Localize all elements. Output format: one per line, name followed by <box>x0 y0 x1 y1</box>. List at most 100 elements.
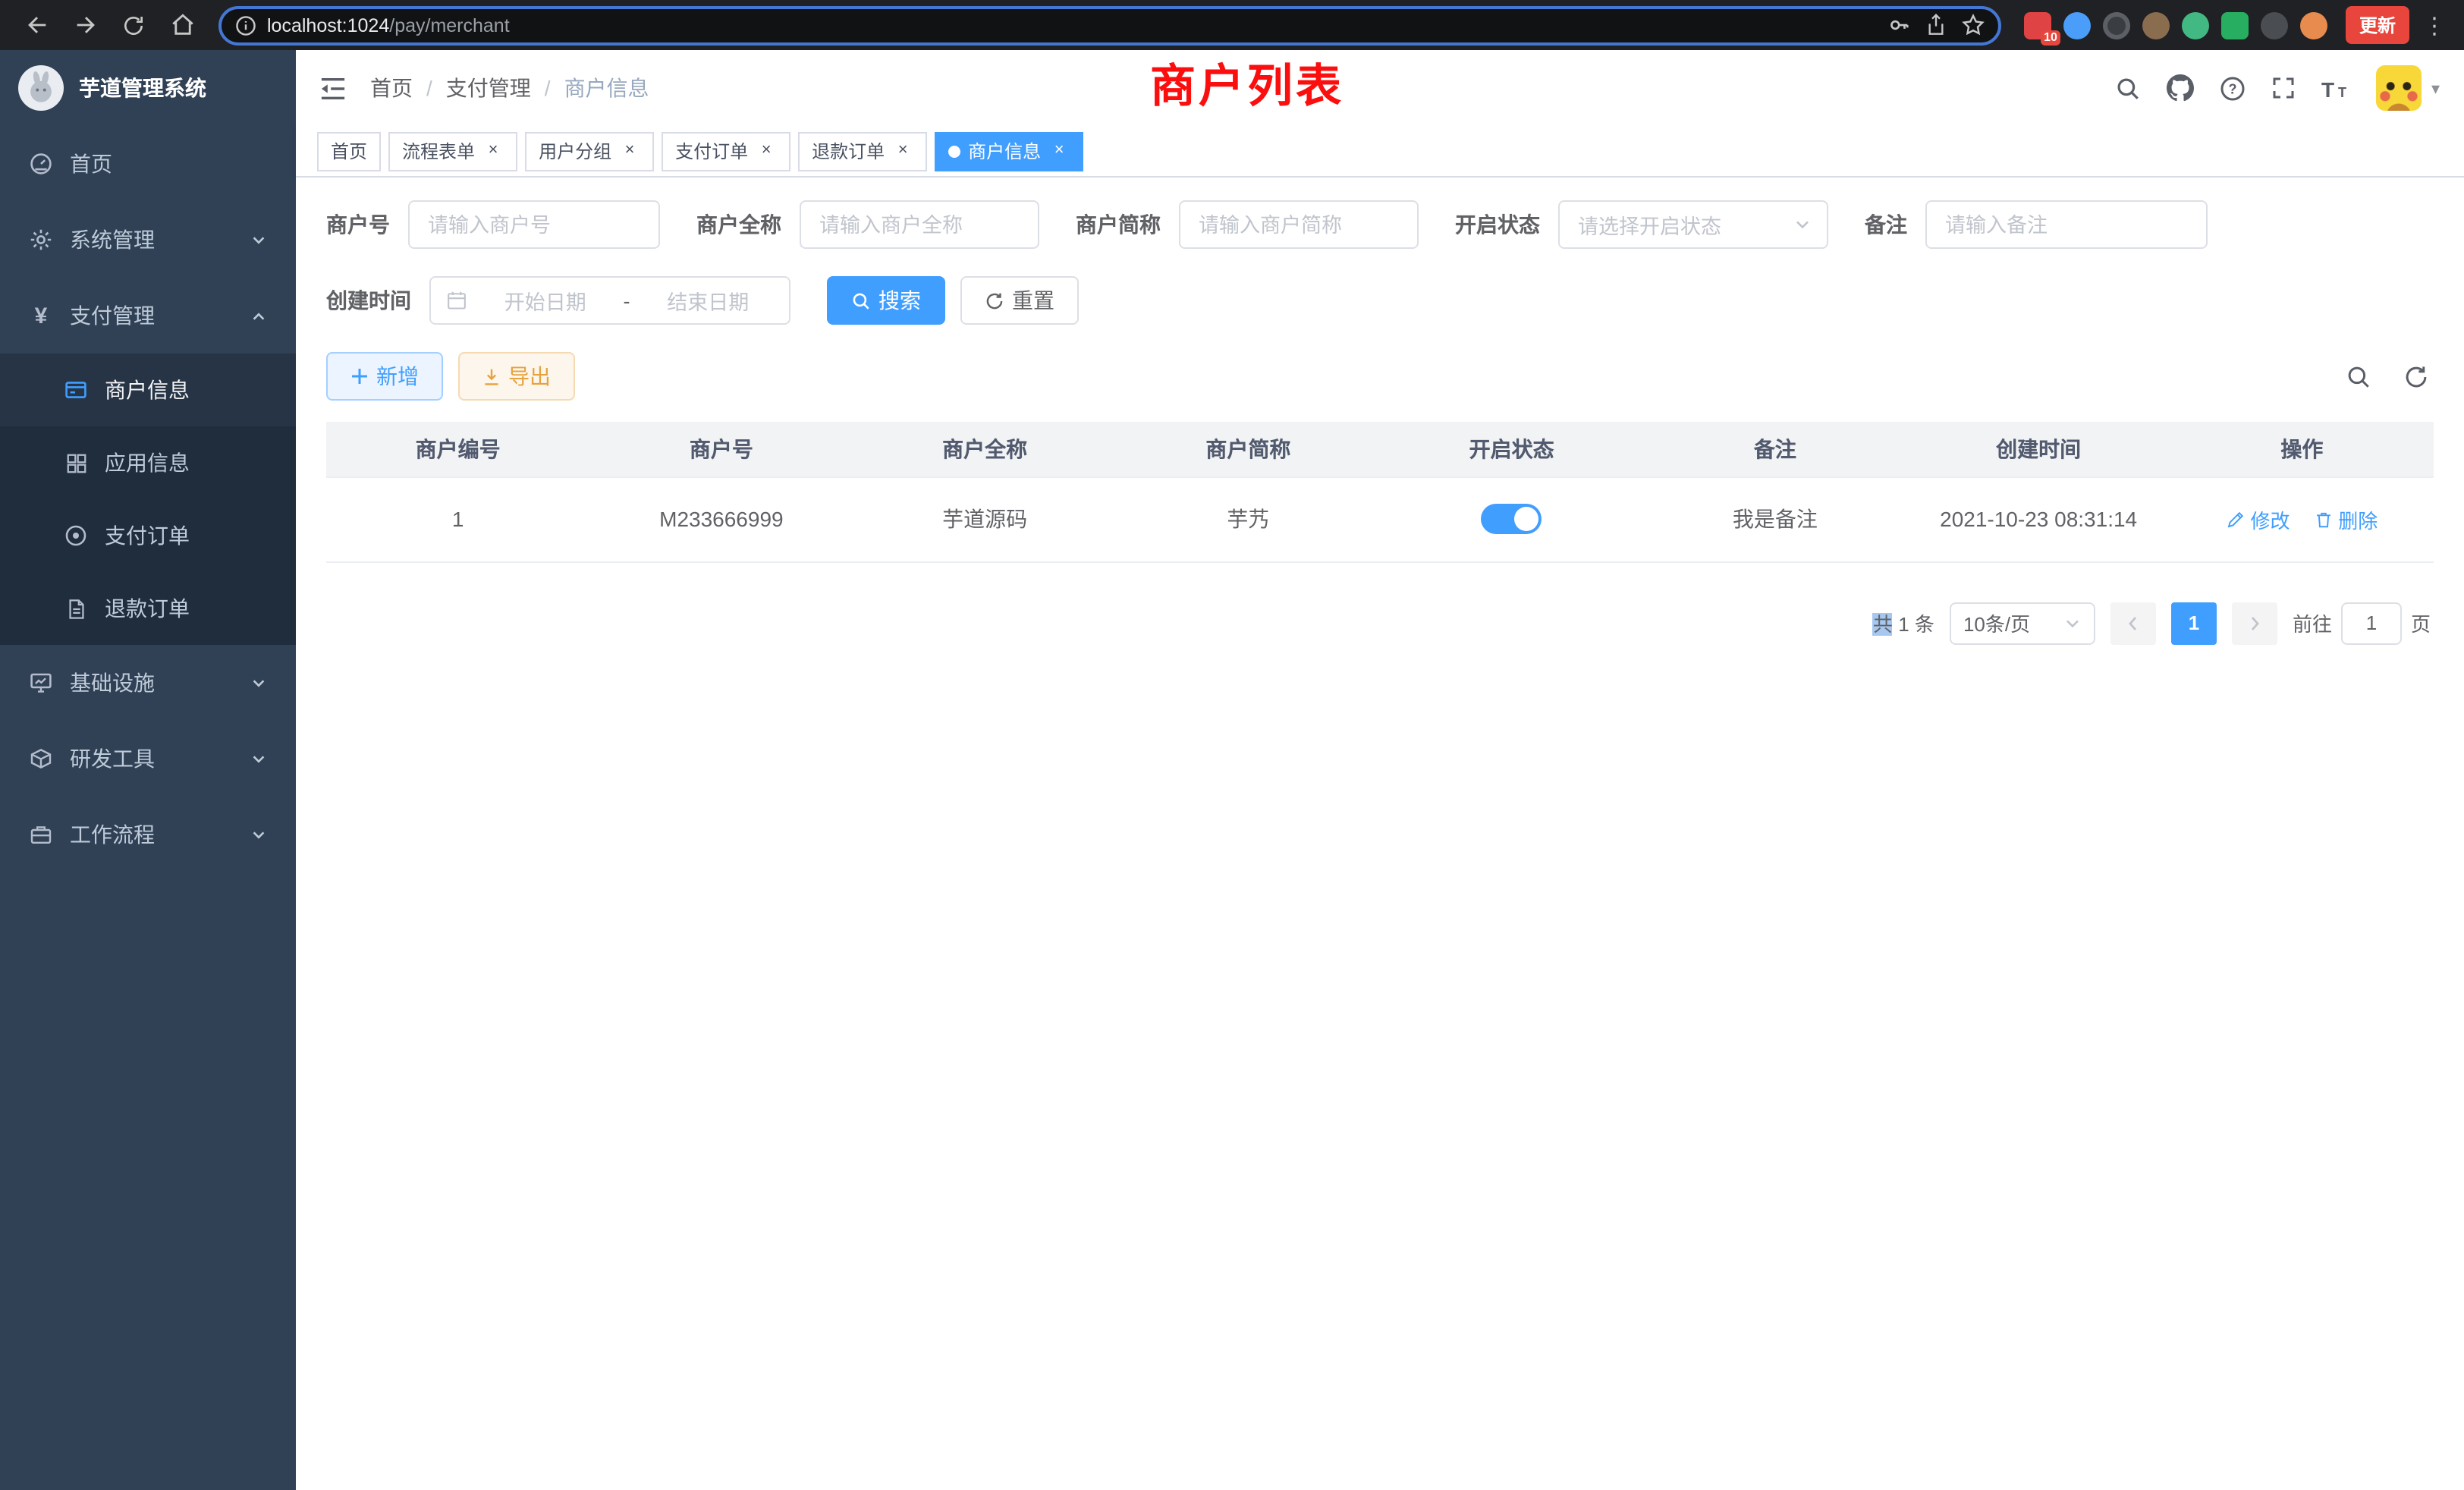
extension-icon-vue[interactable] <box>2182 11 2209 39</box>
tab-refund-order[interactable]: 退款订单 × <box>798 131 927 171</box>
chevron-down-icon <box>250 826 267 843</box>
merchant-short-name-input[interactable] <box>1179 200 1419 249</box>
cell-merchant-index: 1 <box>326 476 589 561</box>
tab-merchant-info[interactable]: 商户信息 × <box>935 131 1083 171</box>
tab-process-form[interactable]: 流程表单 × <box>388 131 517 171</box>
breadcrumb-separator: / <box>426 76 432 100</box>
sidebar-item-devtools[interactable]: 研发工具 <box>0 721 296 797</box>
browser-forward-icon[interactable] <box>65 5 105 45</box>
cell-remark: 我是备注 <box>1643 476 1906 561</box>
share-icon[interactable] <box>1925 14 1947 36</box>
tab-home[interactable]: 首页 <box>317 131 381 171</box>
browser-home-icon[interactable] <box>162 5 202 45</box>
fullscreen-icon[interactable] <box>2272 76 2296 100</box>
screen: localhost:1024/pay/merchant 10 更新 ⋮ <box>0 0 2464 1490</box>
sidebar-item-label: 退款订单 <box>105 593 190 624</box>
sidebar-item-app-info[interactable]: 应用信息 <box>0 426 296 499</box>
extension-icon-dark-ring[interactable] <box>2103 11 2130 39</box>
close-icon[interactable]: × <box>1048 140 1070 162</box>
export-button[interactable]: 导出 <box>458 352 575 401</box>
sidebar-logo[interactable]: 芋道管理系统 <box>0 50 296 126</box>
create-time-range-input[interactable]: 开始日期 - 结束日期 <box>429 276 790 325</box>
breadcrumb-section[interactable]: 支付管理 <box>446 73 531 103</box>
reset-button[interactable]: 重置 <box>960 276 1079 325</box>
bookmark-star-icon[interactable] <box>1962 14 1985 36</box>
cell-status <box>1380 476 1643 561</box>
delete-link[interactable]: 删除 <box>2314 505 2378 533</box>
extension-icon-green-grid[interactable] <box>2221 11 2249 39</box>
prev-page-button[interactable] <box>2110 602 2156 644</box>
sidebar-item-label: 商户信息 <box>105 375 190 405</box>
page-size-select[interactable]: 10条/页 <box>1950 602 2095 644</box>
cell-actions: 修改 删除 <box>2170 476 2434 561</box>
password-key-icon[interactable] <box>1887 14 1910 36</box>
sidebar-item-label: 支付管理 <box>70 300 155 331</box>
merchant-no-input[interactable] <box>408 200 660 249</box>
merchant-card-icon <box>64 378 88 402</box>
filter-row-1: 商户号 商户全称 商户简称 开启状态 请选择开启状态 <box>326 200 2434 249</box>
grid-icon <box>64 451 88 475</box>
browser-back-icon[interactable] <box>17 5 56 45</box>
add-button-label: 新增 <box>376 361 419 391</box>
tab-label: 首页 <box>331 138 367 164</box>
url-path: /pay/merchant <box>389 14 509 36</box>
close-icon[interactable]: × <box>892 140 913 162</box>
filter-merchant-short-name: 商户简称 <box>1076 200 1419 249</box>
extension-icon-red[interactable]: 10 <box>2024 11 2051 39</box>
goto-page-input[interactable] <box>2341 602 2402 644</box>
sidebar-item-pay-order[interactable]: 支付订单 <box>0 499 296 572</box>
search-button[interactable]: 搜索 <box>827 276 945 325</box>
sidebar-item-payment[interactable]: ¥ 支付管理 <box>0 278 296 354</box>
sidebar-item-workflow[interactable]: 工作流程 <box>0 797 296 872</box>
sidebar-item-home[interactable]: 首页 <box>0 126 296 202</box>
close-icon[interactable]: × <box>482 140 504 162</box>
reset-button-label: 重置 <box>1012 285 1054 316</box>
help-icon[interactable]: ? <box>2220 75 2246 101</box>
toggle-search-icon[interactable] <box>2340 358 2376 395</box>
sidebar-item-system[interactable]: 系统管理 <box>0 202 296 278</box>
extension-icon-orange[interactable] <box>2300 11 2327 39</box>
sidebar-item-refund-order[interactable]: 退款订单 <box>0 572 296 645</box>
site-info-icon[interactable] <box>235 14 256 36</box>
close-icon[interactable]: × <box>756 140 777 162</box>
browser-reload-icon[interactable] <box>114 5 153 45</box>
record-circle-icon <box>64 523 88 548</box>
address-bar[interactable]: localhost:1024/pay/merchant <box>218 5 2001 45</box>
browser-menu-icon[interactable]: ⋮ <box>2417 11 2452 39</box>
svg-text:T: T <box>2322 77 2335 99</box>
merchant-full-name-input[interactable] <box>800 200 1039 249</box>
edit-link[interactable]: 修改 <box>2226 505 2290 533</box>
breadcrumb-home[interactable]: 首页 <box>370 73 413 103</box>
status-toggle[interactable] <box>1482 504 1542 534</box>
avatar[interactable] <box>2377 65 2422 111</box>
sidebar-item-label: 应用信息 <box>105 448 190 478</box>
refresh-table-icon[interactable] <box>2397 358 2434 395</box>
font-size-icon[interactable]: TT <box>2322 77 2351 99</box>
tab-pay-order[interactable]: 支付订单 × <box>662 131 790 171</box>
status-select[interactable]: 请选择开启状态 <box>1558 200 1828 249</box>
add-button[interactable]: 新增 <box>326 352 443 401</box>
remark-input[interactable] <box>1925 200 2208 249</box>
tab-user-group[interactable]: 用户分组 × <box>525 131 654 171</box>
active-dot <box>948 145 960 157</box>
user-menu[interactable]: ▾ <box>2377 65 2440 111</box>
github-icon[interactable] <box>2167 74 2195 102</box>
breadcrumb: 首页 / 支付管理 / 商户信息 <box>370 73 649 103</box>
header-search-icon[interactable] <box>2116 75 2142 101</box>
sidebar-item-infrastructure[interactable]: 基础设施 <box>0 645 296 721</box>
page-number-button[interactable]: 1 <box>2171 602 2217 644</box>
next-page-button[interactable] <box>2232 602 2277 644</box>
close-icon[interactable]: × <box>619 140 640 162</box>
chevron-up-icon <box>250 307 267 324</box>
extension-icon-pin[interactable] <box>2261 11 2288 39</box>
extension-icon-avatar[interactable] <box>2142 11 2170 39</box>
chevron-down-icon <box>250 674 267 691</box>
col-create-time: 创建时间 <box>1907 422 2170 476</box>
browser-update-button[interactable]: 更新 <box>2346 6 2409 44</box>
url-text: localhost:1024/pay/merchant <box>267 14 1872 36</box>
sidebar-toggle-icon[interactable] <box>296 50 370 126</box>
extension-icon-blue-drop[interactable] <box>2063 11 2091 39</box>
pagination-total: 共 1 条 <box>1873 608 1934 637</box>
sidebar-item-merchant-info[interactable]: 商户信息 <box>0 354 296 426</box>
main-area: 首页 / 支付管理 / 商户信息 商户列表 ? <box>296 50 2464 1490</box>
